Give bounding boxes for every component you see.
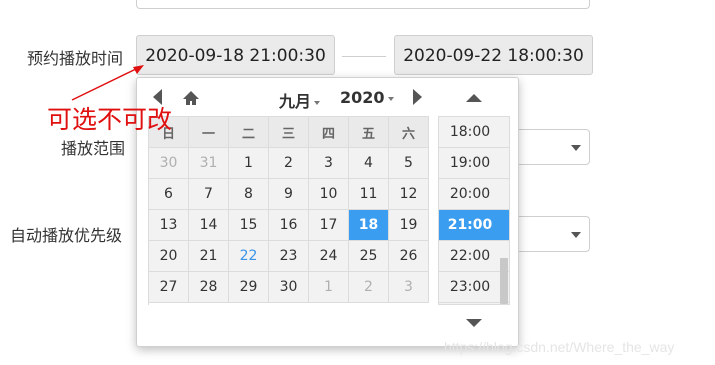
- weekday-header: 三: [269, 117, 309, 148]
- caret-down-icon: [387, 96, 394, 101]
- calendar-day[interactable]: 11: [349, 179, 389, 210]
- time-scroll-up-icon[interactable]: [466, 94, 482, 102]
- end-datetime-field[interactable]: 2020-09-22 18:00:30: [394, 35, 593, 75]
- calendar-day[interactable]: 28: [189, 272, 229, 303]
- time-option[interactable]: 23:00: [439, 272, 509, 303]
- time-option[interactable]: 18:00: [439, 117, 509, 148]
- calendar-day[interactable]: 31: [189, 148, 229, 179]
- calendar-day-today[interactable]: 22: [229, 241, 269, 272]
- start-datetime-field[interactable]: 2020-09-18 21:00:30: [136, 35, 335, 75]
- time-option-selected[interactable]: 21:00: [439, 210, 509, 241]
- weekday-header: 二: [229, 117, 269, 148]
- time-list-scrollbar[interactable]: [500, 258, 508, 304]
- calendar-day[interactable]: 16: [269, 210, 309, 241]
- caret-down-icon: [314, 100, 321, 105]
- auto-play-priority-label: 自动播放优先级: [10, 226, 123, 245]
- month-selector[interactable]: 九月: [279, 88, 321, 112]
- year-label: 2020: [340, 88, 385, 107]
- weekday-header: 一: [189, 117, 229, 148]
- home-icon[interactable]: [182, 90, 200, 106]
- time-scroll-down-icon[interactable]: [466, 319, 482, 327]
- weekday-header: 四: [309, 117, 349, 148]
- time-option[interactable]: 19:00: [439, 148, 509, 179]
- time-option[interactable]: 22:00: [439, 241, 509, 272]
- calendar-day-selected[interactable]: 18: [349, 210, 389, 241]
- range-separator: [342, 56, 386, 57]
- play-range-label: 播放范围: [61, 139, 126, 158]
- calendar-day[interactable]: 27: [149, 272, 189, 303]
- calendar-day[interactable]: 1: [309, 272, 349, 303]
- calendar-day[interactable]: 4: [349, 148, 389, 179]
- annotation-arrow-icon: [71, 65, 144, 101]
- top-partial-input[interactable]: [136, 0, 590, 9]
- calendar-day[interactable]: 17: [309, 210, 349, 241]
- calendar-day[interactable]: 9: [269, 179, 309, 210]
- calendar-day[interactable]: 30: [269, 272, 309, 303]
- month-label: 九月: [279, 92, 312, 111]
- weekday-header: 五: [349, 117, 389, 148]
- calendar-day[interactable]: 30: [149, 148, 189, 179]
- calendar-day[interactable]: 24: [309, 241, 349, 272]
- calendar-day[interactable]: 5: [389, 148, 429, 179]
- calendar-day[interactable]: 14: [189, 210, 229, 241]
- calendar-day[interactable]: 3: [309, 148, 349, 179]
- calendar-day[interactable]: 12: [389, 179, 429, 210]
- calendar-day[interactable]: 20: [149, 241, 189, 272]
- calendar-day[interactable]: 21: [189, 241, 229, 272]
- calendar-day[interactable]: 7: [189, 179, 229, 210]
- calendar-day[interactable]: 10: [309, 179, 349, 210]
- calendar-day[interactable]: 6: [149, 179, 189, 210]
- next-month-arrow-icon[interactable]: [413, 89, 422, 105]
- calendar-day[interactable]: 2: [349, 272, 389, 303]
- time-option[interactable]: 20:00: [439, 179, 509, 210]
- watermark: https://blog.csdn.net/Where_the_way: [444, 339, 675, 355]
- weekday-header: 六: [389, 117, 429, 148]
- calendar-day[interactable]: 19: [389, 210, 429, 241]
- calendar-day[interactable]: 13: [149, 210, 189, 241]
- year-selector[interactable]: 2020: [340, 88, 394, 107]
- calendar-day[interactable]: 8: [229, 179, 269, 210]
- calendar-day[interactable]: 15: [229, 210, 269, 241]
- calendar-day[interactable]: 25: [349, 241, 389, 272]
- calendar-day[interactable]: 23: [269, 241, 309, 272]
- chevron-down-icon: [571, 145, 581, 151]
- calendar-day[interactable]: 2: [269, 148, 309, 179]
- calendar-day[interactable]: 1: [229, 148, 269, 179]
- calendar-day[interactable]: 26: [389, 241, 429, 272]
- calendar-day[interactable]: 29: [229, 272, 269, 303]
- calendar-day[interactable]: 3: [389, 272, 429, 303]
- calendar-day-grid: 日一二三四五六 30 31 1 2 3 4 5 6 7 8 9 10 11 12 13 14 15 16 17 18 19…: [148, 116, 429, 305]
- chevron-down-icon: [571, 232, 581, 238]
